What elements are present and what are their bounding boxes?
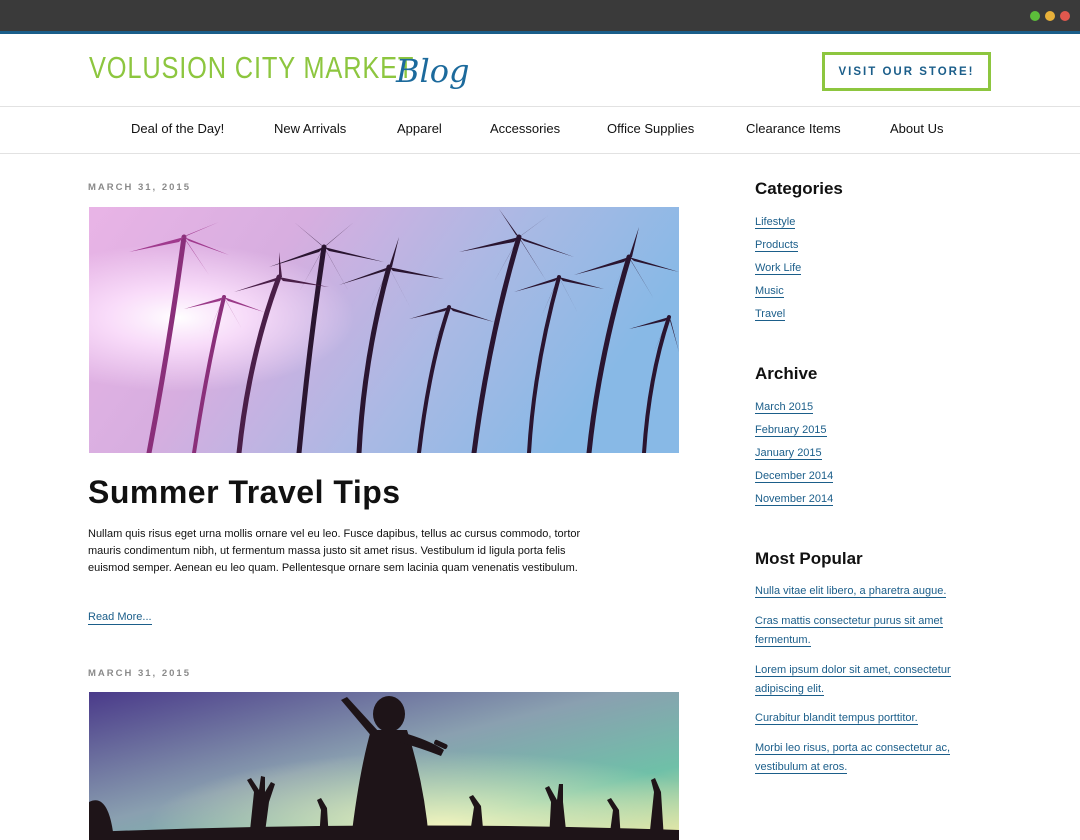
post-excerpt: Nullam quis risus eget urna mollis ornar… <box>88 528 581 574</box>
nav-item-new-arrivals[interactable]: New Arrivals <box>274 107 346 153</box>
nav-item-clearance-items[interactable]: Clearance Items <box>746 107 841 153</box>
archive-link-november-2014[interactable]: November 2014 <box>755 490 834 509</box>
browser-chrome <box>0 0 1080 31</box>
nav-item-deal-of-the-day[interactable]: Deal of the Day! <box>131 107 224 153</box>
minimize-window-icon[interactable] <box>1045 11 1055 21</box>
post-date: MARCH 31, 2015 <box>88 182 191 193</box>
link-text: Work Life <box>755 262 802 275</box>
archive-link-february-2015[interactable]: February 2015 <box>755 421 827 440</box>
category-link-products[interactable]: Products <box>755 236 799 255</box>
popular-link[interactable]: Curabitur blandit tempus porttitor. <box>755 709 985 728</box>
link-text: Travel <box>755 308 786 321</box>
visit-store-button[interactable]: VISIT OUR STORE! <box>822 52 991 91</box>
category-link-lifestyle[interactable]: Lifestyle <box>755 213 796 232</box>
nav-item-apparel[interactable]: Apparel <box>397 107 442 153</box>
link-text: Nulla vitae elit libero, a pharetra augu… <box>755 585 947 598</box>
link-text: Cras mattis consectetur purus sit amet f… <box>755 615 943 647</box>
popular-link[interactable]: Cras mattis consectetur purus sit amet f… <box>755 612 985 649</box>
archive-link-december-2014[interactable]: December 2014 <box>755 467 834 486</box>
close-window-icon[interactable] <box>1060 11 1070 21</box>
category-link-music[interactable]: Music <box>755 282 784 301</box>
link-text: November 2014 <box>755 493 834 506</box>
read-more-link[interactable]: Read More... <box>88 610 152 625</box>
nav-item-office-supplies[interactable]: Office Supplies <box>607 107 694 153</box>
chrome-accent-line <box>0 31 1080 34</box>
maximize-window-icon[interactable] <box>1030 11 1040 21</box>
popular-link[interactable]: Morbi leo risus, porta ac consectetur ac… <box>755 739 985 776</box>
category-link-travel[interactable]: Travel <box>755 305 786 324</box>
post-date: MARCH 31, 2015 <box>88 668 191 679</box>
link-text: Products <box>755 239 799 252</box>
post-image-concert[interactable] <box>89 692 679 840</box>
logo-wordmark: VOLUSION CITY MARKET <box>89 50 415 85</box>
link-text: Curabitur blandit tempus porttitor. <box>755 712 918 725</box>
popular-link[interactable]: Nulla vitae elit libero, a pharetra augu… <box>755 582 985 601</box>
concert-crowd-illustration <box>89 692 679 840</box>
link-text: January 2015 <box>755 447 822 460</box>
link-text: Music <box>755 285 784 298</box>
most-popular-heading: Most Popular <box>755 549 863 568</box>
link-text: Lorem ipsum dolor sit amet, consectetur … <box>755 664 951 696</box>
nav-item-accessories[interactable]: Accessories <box>490 107 560 153</box>
categories-heading: Categories <box>755 179 843 198</box>
archive-heading: Archive <box>755 364 818 383</box>
archive-link-march-2015[interactable]: March 2015 <box>755 398 814 417</box>
link-text: Lifestyle <box>755 216 796 229</box>
logo-blog-script: Blog <box>396 52 470 90</box>
palm-trees-illustration <box>89 207 679 453</box>
site-logo[interactable]: VOLUSION CITY MARKET Blog <box>89 50 486 94</box>
post-title[interactable]: Summer Travel Tips <box>88 474 401 511</box>
link-text: Morbi leo risus, porta ac consectetur ac… <box>755 742 951 774</box>
archive-link-january-2015[interactable]: January 2015 <box>755 444 822 463</box>
link-text: March 2015 <box>755 401 814 414</box>
link-text: December 2014 <box>755 470 834 483</box>
main-nav: Deal of the Day! New Arrivals Apparel Ac… <box>0 106 1080 154</box>
post-image-palm-trees[interactable] <box>89 207 679 453</box>
nav-item-about-us[interactable]: About Us <box>890 107 943 153</box>
popular-link[interactable]: Lorem ipsum dolor sit amet, consectetur … <box>755 661 985 698</box>
link-text: February 2015 <box>755 424 827 437</box>
category-link-work-life[interactable]: Work Life <box>755 259 802 278</box>
